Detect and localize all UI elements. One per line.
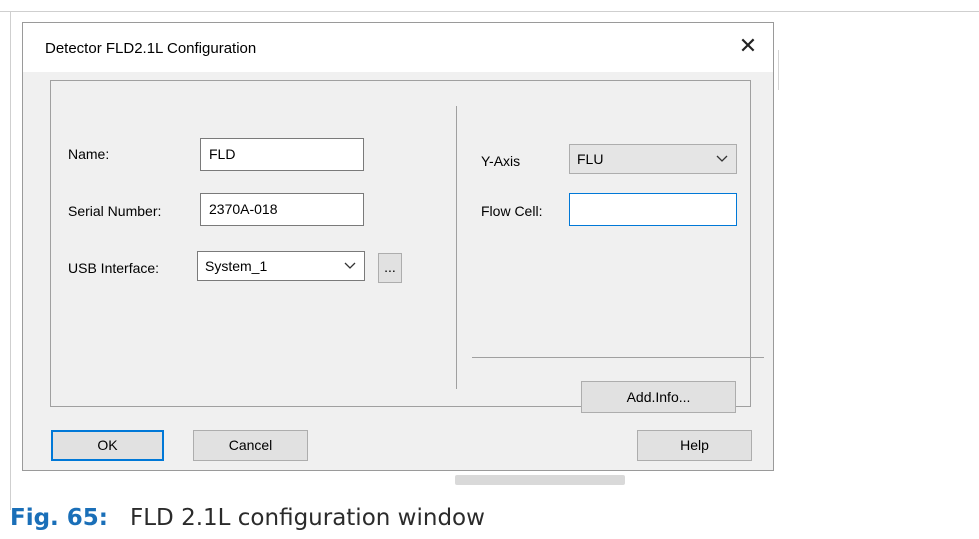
title-bar: Detector FLD2.1L Configuration ✕ [23,23,773,72]
add-info-button[interactable]: Add.Info... [581,381,736,413]
chevron-down-icon [344,262,356,269]
figure-number: Fig. 65: [10,505,109,531]
browse-button[interactable]: ... [378,253,402,283]
background-obscured-text [455,475,625,485]
name-label: Name: [68,146,110,162]
frame-top-line [0,11,979,12]
cancel-button[interactable]: Cancel [193,430,308,461]
flow-cell-field[interactable] [569,193,737,226]
configuration-dialog: Detector FLD2.1L Configuration ✕ Name: F… [22,22,774,471]
flow-cell-label: Flow Cell: [481,203,543,219]
serial-number-label: Serial Number: [68,203,162,219]
ok-button[interactable]: OK [51,430,164,461]
chevron-down-icon [716,155,728,162]
vertical-separator [456,106,457,389]
frame-left-line [10,11,11,510]
y-axis-select[interactable]: FLU [569,144,737,174]
horizontal-separator [472,357,764,358]
usb-interface-value: System_1 [205,258,268,274]
serial-number-field[interactable]: 2370A-018 [200,193,364,226]
usb-interface-select[interactable]: System_1 [197,251,365,281]
name-field[interactable]: FLD [200,138,364,171]
y-axis-value: FLU [577,151,604,167]
figure-text: FLD 2.1L configuration window [130,505,485,531]
close-icon[interactable]: ✕ [732,31,764,63]
background-line [778,50,779,90]
figure-caption: Fig. 65: FLD 2.1L configuration window [10,505,485,531]
usb-interface-label: USB Interface: [68,260,160,276]
settings-panel: Name: FLD Serial Number: 2370A-018 USB I… [50,80,764,413]
dialog-title: Detector FLD2.1L Configuration [45,40,257,57]
y-axis-label: Y-Axis [481,153,521,169]
help-button[interactable]: Help [637,430,752,461]
